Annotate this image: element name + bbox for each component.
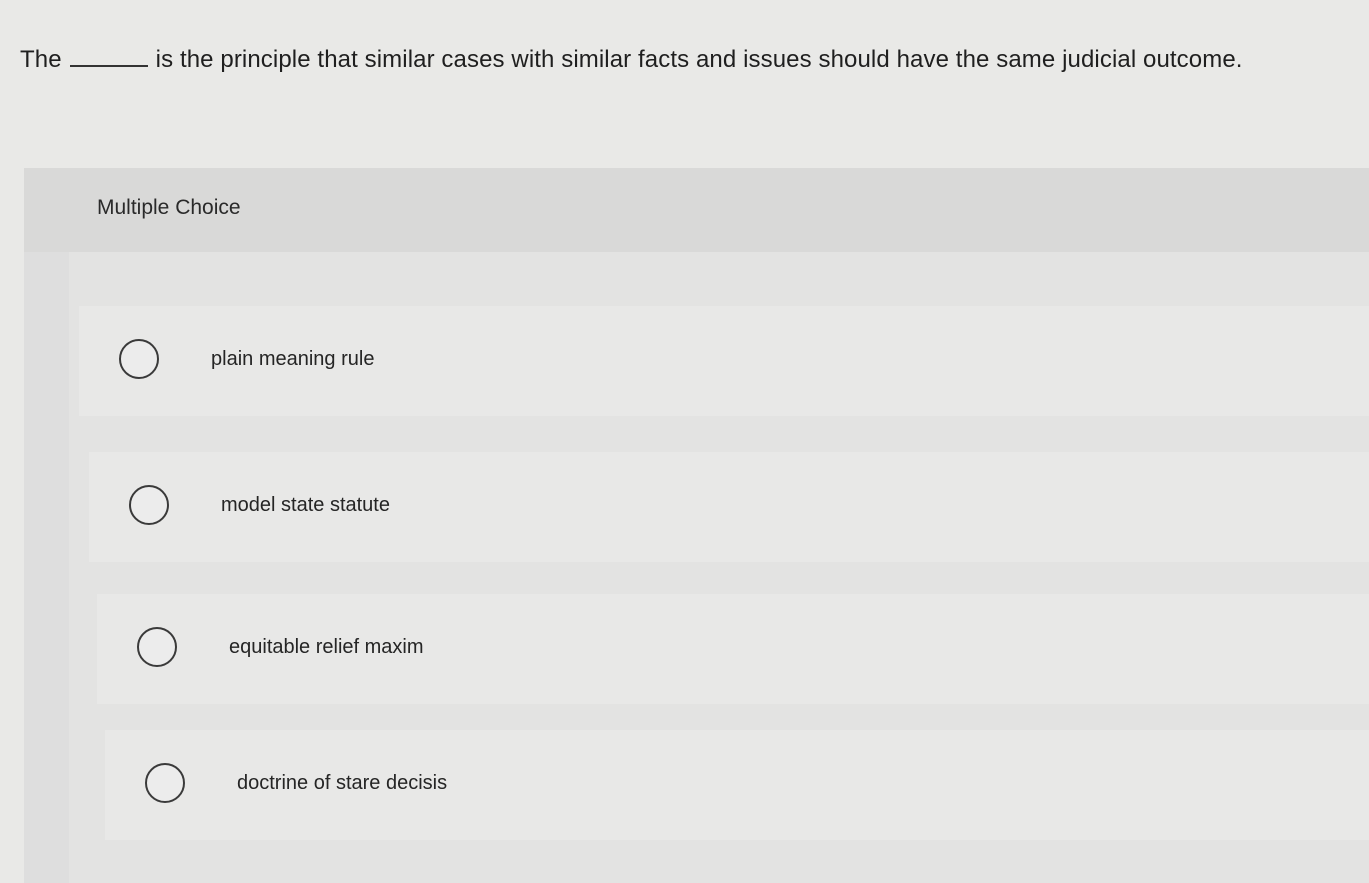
radio-button[interactable]: [129, 485, 169, 525]
answer-blank: [69, 55, 148, 67]
question-text-start: The: [20, 46, 62, 73]
radio-button[interactable]: [137, 627, 177, 667]
option-doctrine-of-stare-decisis[interactable]: doctrine of stare decisis: [105, 730, 1369, 840]
radio-button[interactable]: [145, 763, 185, 803]
panel-header: Multiple Choice: [24, 168, 1369, 252]
question-text: The is the principle that similar cases w…: [20, 40, 1360, 80]
option-label: model state statute: [221, 494, 390, 516]
question-type-label: Multiple Choice: [97, 196, 241, 219]
multiple-choice-panel: Multiple Choice plain meaning rule model…: [24, 168, 1369, 883]
radio-button[interactable]: [119, 339, 159, 379]
option-model-state-statute[interactable]: model state statute: [89, 452, 1369, 562]
question-text-end: is the principle that similar cases with…: [155, 46, 1243, 73]
options-list: plain meaning rule model state statute e…: [69, 252, 1369, 883]
option-label: plain meaning rule: [211, 348, 375, 370]
option-plain-meaning-rule[interactable]: plain meaning rule: [79, 306, 1369, 416]
option-equitable-relief-maxim[interactable]: equitable relief maxim: [97, 594, 1369, 704]
option-label: equitable relief maxim: [229, 636, 424, 658]
option-label: doctrine of stare decisis: [237, 772, 448, 794]
